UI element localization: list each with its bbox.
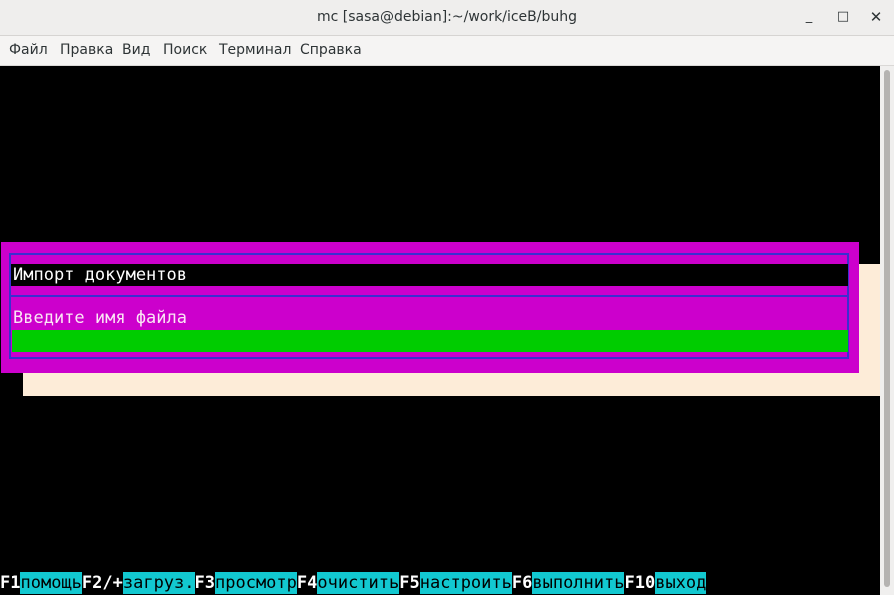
minimize-icon[interactable]: _ [796,4,822,30]
terminal-scrollbar[interactable] [880,66,894,595]
fkey-f2-load[interactable]: загруз. [122,572,195,594]
menu-terminal[interactable]: Терминал [219,42,291,58]
fkey-f1-help[interactable]: помощь [20,572,82,594]
menu-edit[interactable]: Правка [60,42,113,58]
maximize-icon[interactable]: □ [830,4,856,30]
menu-file[interactable]: Файл [9,42,48,58]
fkey-f5-key[interactable]: F5 [399,572,420,594]
fkey-f4-key[interactable]: F4 [296,572,318,594]
fkey-f10-exit[interactable]: выход [655,572,707,594]
close-icon[interactable]: ✕ [863,4,889,30]
dialog-title-bar: Импорт документов [11,264,848,286]
fkey-f3-key[interactable]: F3 [194,572,215,594]
fkey-f3-view[interactable]: просмотр [215,572,297,594]
dialog-title: Импорт документов [13,265,187,285]
scrollbar-thumb[interactable] [884,70,890,587]
window-title: mc [sasa@debian]:~/work/iceB/buhg [317,9,577,25]
menubar: Файл Правка Вид Поиск Терминал Справка [0,36,894,66]
window-titlebar[interactable]: mc [sasa@debian]:~/work/iceB/buhg _ □ ✕ [0,0,894,36]
menu-search[interactable]: Поиск [163,42,207,58]
dialog-shadow-side [859,264,880,396]
dialog-divider [11,295,848,297]
fkey-f1-key[interactable]: F1 [0,572,21,594]
function-key-bar: F1 помощь F2/+ загруз. F3 просмотр F4 очисти… [0,572,707,594]
menu-view[interactable]: Вид [122,42,150,58]
fkey-f2-key[interactable]: F2/+ [81,572,123,594]
fkey-f5-settings[interactable]: настроить [419,572,512,594]
fkey-f6-execute[interactable]: выполнить [532,572,625,594]
fkey-f4-clear[interactable]: очистить [317,572,400,594]
fkey-f10-key[interactable]: F10 [624,572,656,594]
dialog-shadow [23,373,880,396]
fkey-f6-key[interactable]: F6 [511,572,533,594]
filename-input[interactable] [12,330,848,352]
menu-help[interactable]: Справка [300,42,362,58]
filename-prompt: Введите имя файла [13,308,187,328]
import-dialog: Импорт документов Введите имя файла [1,242,859,373]
